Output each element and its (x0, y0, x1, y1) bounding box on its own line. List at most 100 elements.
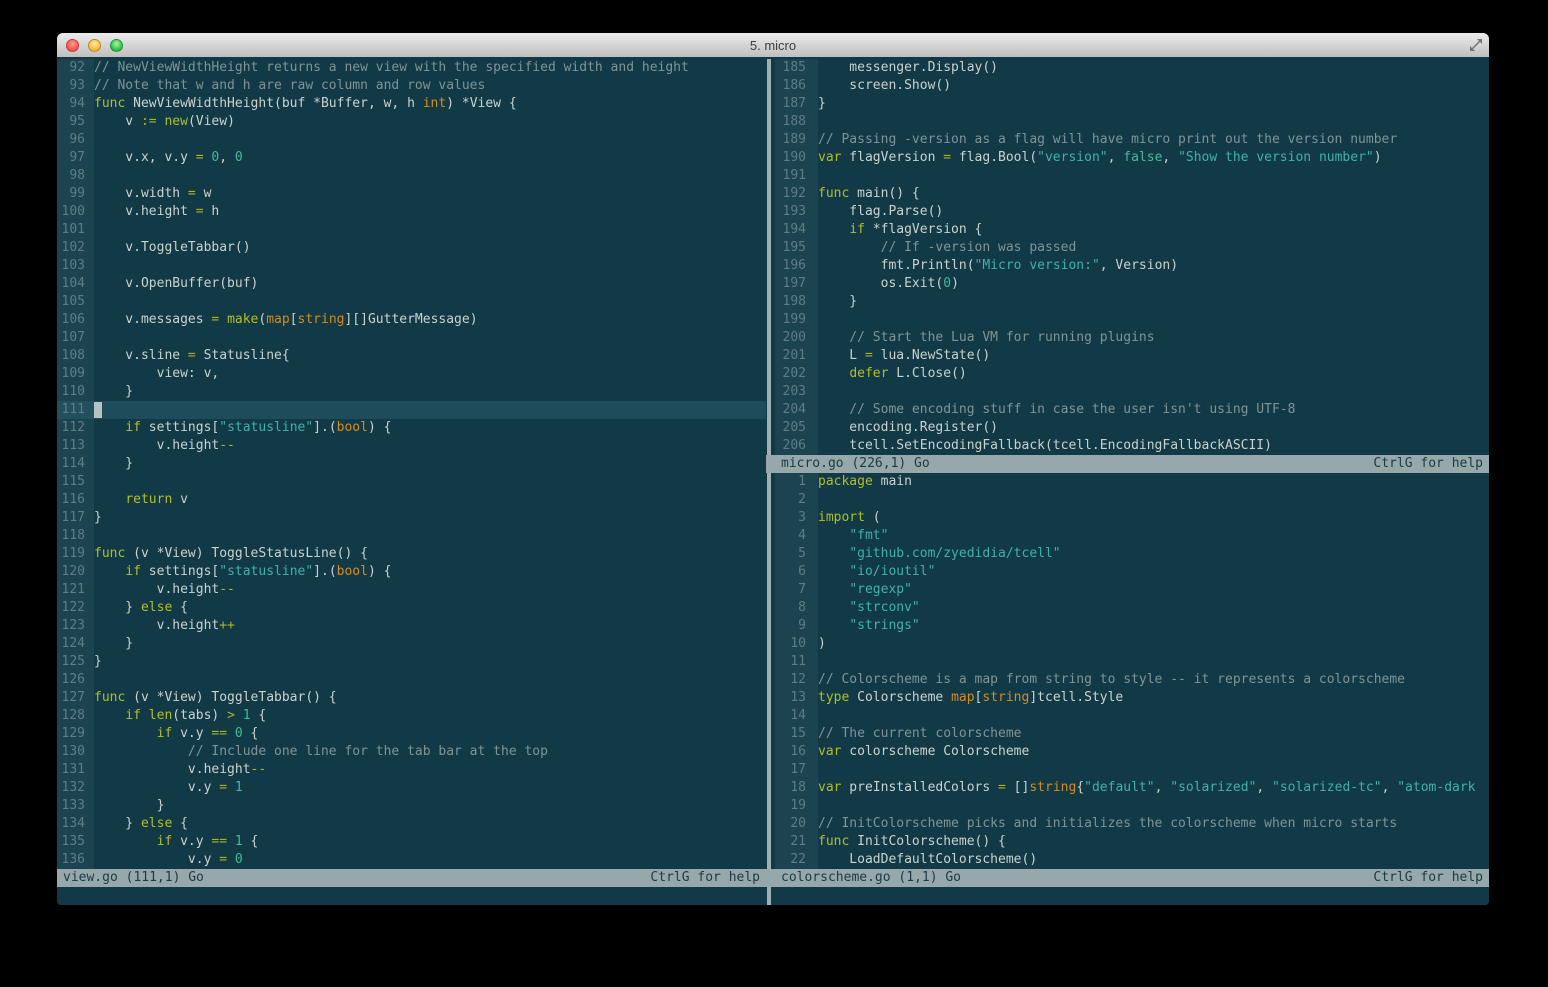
window-title: 5. micro (750, 38, 796, 53)
line-number: 125 (57, 653, 94, 671)
code-line: 114 } (57, 455, 766, 473)
statusline-help-hint: CtrlG for help (650, 869, 760, 887)
line-number: 185 (775, 59, 818, 77)
code-line: 9 "strings" (775, 617, 1489, 635)
code-line: 94func NewViewWidthHeight(buf *Buffer, w… (57, 95, 766, 113)
line-number: 12 (775, 671, 818, 689)
code-line: 6 "io/ioutil" (775, 563, 1489, 581)
line-number: 126 (57, 671, 94, 689)
line-number: 22 (775, 851, 818, 869)
minimize-button[interactable] (88, 39, 101, 52)
line-number: 106 (57, 311, 94, 329)
code-buffer-view-go[interactable]: 92// NewViewWidthHeight returns a new vi… (57, 59, 766, 869)
pane-view-go[interactable]: 92// NewViewWidthHeight returns a new vi… (57, 59, 766, 905)
pane-colorscheme-go[interactable]: 1package main23import (4 "fmt"5 "github.… (775, 473, 1489, 887)
code-line: 8 "strconv" (775, 599, 1489, 617)
title-bar[interactable]: 5. micro (57, 33, 1489, 58)
close-button[interactable] (66, 39, 79, 52)
line-number: 198 (775, 293, 818, 311)
statusline-help-hint: CtrlG for help (1373, 455, 1483, 473)
line-number: 120 (57, 563, 94, 581)
line-number: 132 (57, 779, 94, 797)
code-line: 187} (775, 95, 1489, 113)
line-number: 196 (775, 257, 818, 275)
code-line: 95 v := new(View) (57, 113, 766, 131)
line-number: 105 (57, 293, 94, 311)
line-number: 191 (775, 167, 818, 185)
code-line: 130 // Include one line for the tab bar … (57, 743, 766, 761)
code-line: 124 } (57, 635, 766, 653)
line-number: 93 (57, 77, 94, 95)
line-number: 8 (775, 599, 818, 617)
line-number: 101 (57, 221, 94, 239)
code-line: 11 (775, 653, 1489, 671)
code-line: 1package main (775, 473, 1489, 491)
line-number: 3 (775, 509, 818, 527)
line-number: 20 (775, 815, 818, 833)
code-line: 107 (57, 329, 766, 347)
code-line: 203 (775, 383, 1489, 401)
code-line: 134 } else { (57, 815, 766, 833)
line-number: 92 (57, 59, 94, 77)
code-line: 97 v.x, v.y = 0, 0 (57, 149, 766, 167)
code-line: 119func (v *View) ToggleStatusLine() { (57, 545, 766, 563)
line-number: 133 (57, 797, 94, 815)
code-line: 194 if *flagVersion { (775, 221, 1489, 239)
line-number: 123 (57, 617, 94, 635)
code-line: 17 (775, 761, 1489, 779)
code-line: 13type Colorscheme map[string]tcell.Styl… (775, 689, 1489, 707)
code-line: 16var colorscheme Colorscheme (775, 743, 1489, 761)
line-number: 115 (57, 473, 94, 491)
line-number: 206 (775, 437, 818, 455)
resize-icon[interactable] (1470, 39, 1482, 54)
code-line: 20// InitColorscheme picks and initializ… (775, 815, 1489, 833)
line-number: 119 (57, 545, 94, 563)
code-line: 199 (775, 311, 1489, 329)
pane-micro-go[interactable]: 185 messenger.Display()186 screen.Show()… (775, 59, 1489, 473)
code-line: 123 v.height++ (57, 617, 766, 635)
line-number: 110 (57, 383, 94, 401)
code-line: 12// Colorscheme is a map from string to… (775, 671, 1489, 689)
line-number: 4 (775, 527, 818, 545)
text-cursor (94, 402, 102, 418)
statusline-help-hint: CtrlG for help (1373, 869, 1483, 887)
code-line: 129 if v.y == 0 { (57, 725, 766, 743)
code-line: 102 v.ToggleTabbar() (57, 239, 766, 257)
line-number: 204 (775, 401, 818, 419)
line-number: 117 (57, 509, 94, 527)
line-number: 199 (775, 311, 818, 329)
line-number: 9 (775, 617, 818, 635)
line-number: 200 (775, 329, 818, 347)
code-line: 135 if v.y == 1 { (57, 833, 766, 851)
zoom-button[interactable] (110, 39, 123, 52)
code-line: 132 v.y = 1 (57, 779, 766, 797)
code-line: 110 } (57, 383, 766, 401)
line-number: 121 (57, 581, 94, 599)
code-line: 93// Note that w and h are raw column an… (57, 77, 766, 95)
line-number: 109 (57, 365, 94, 383)
code-buffer-micro-go[interactable]: 185 messenger.Display()186 screen.Show()… (775, 59, 1489, 455)
line-number: 192 (775, 185, 818, 203)
line-number: 19 (775, 797, 818, 815)
line-number: 112 (57, 419, 94, 437)
statusline-view-go: view.go (111,1) Go CtrlG for help (57, 869, 766, 887)
code-line: 7 "regexp" (775, 581, 1489, 599)
code-line: 195 // If -version was passed (775, 239, 1489, 257)
line-number: 131 (57, 761, 94, 779)
code-buffer-colorscheme-go[interactable]: 1package main23import (4 "fmt"5 "github.… (775, 473, 1489, 869)
line-number: 205 (775, 419, 818, 437)
code-line: 21func InitColorscheme() { (775, 833, 1489, 851)
line-number: 108 (57, 347, 94, 365)
code-line: 100 v.height = h (57, 203, 766, 221)
code-line: 105 (57, 293, 766, 311)
line-number: 114 (57, 455, 94, 473)
code-line: 4 "fmt" (775, 527, 1489, 545)
line-number: 17 (775, 761, 818, 779)
code-line: 103 (57, 257, 766, 275)
line-number: 130 (57, 743, 94, 761)
code-line: 108 v.sline = Statusline{ (57, 347, 766, 365)
line-number: 122 (57, 599, 94, 617)
code-line: 125} (57, 653, 766, 671)
line-number: 16 (775, 743, 818, 761)
line-number: 13 (775, 689, 818, 707)
